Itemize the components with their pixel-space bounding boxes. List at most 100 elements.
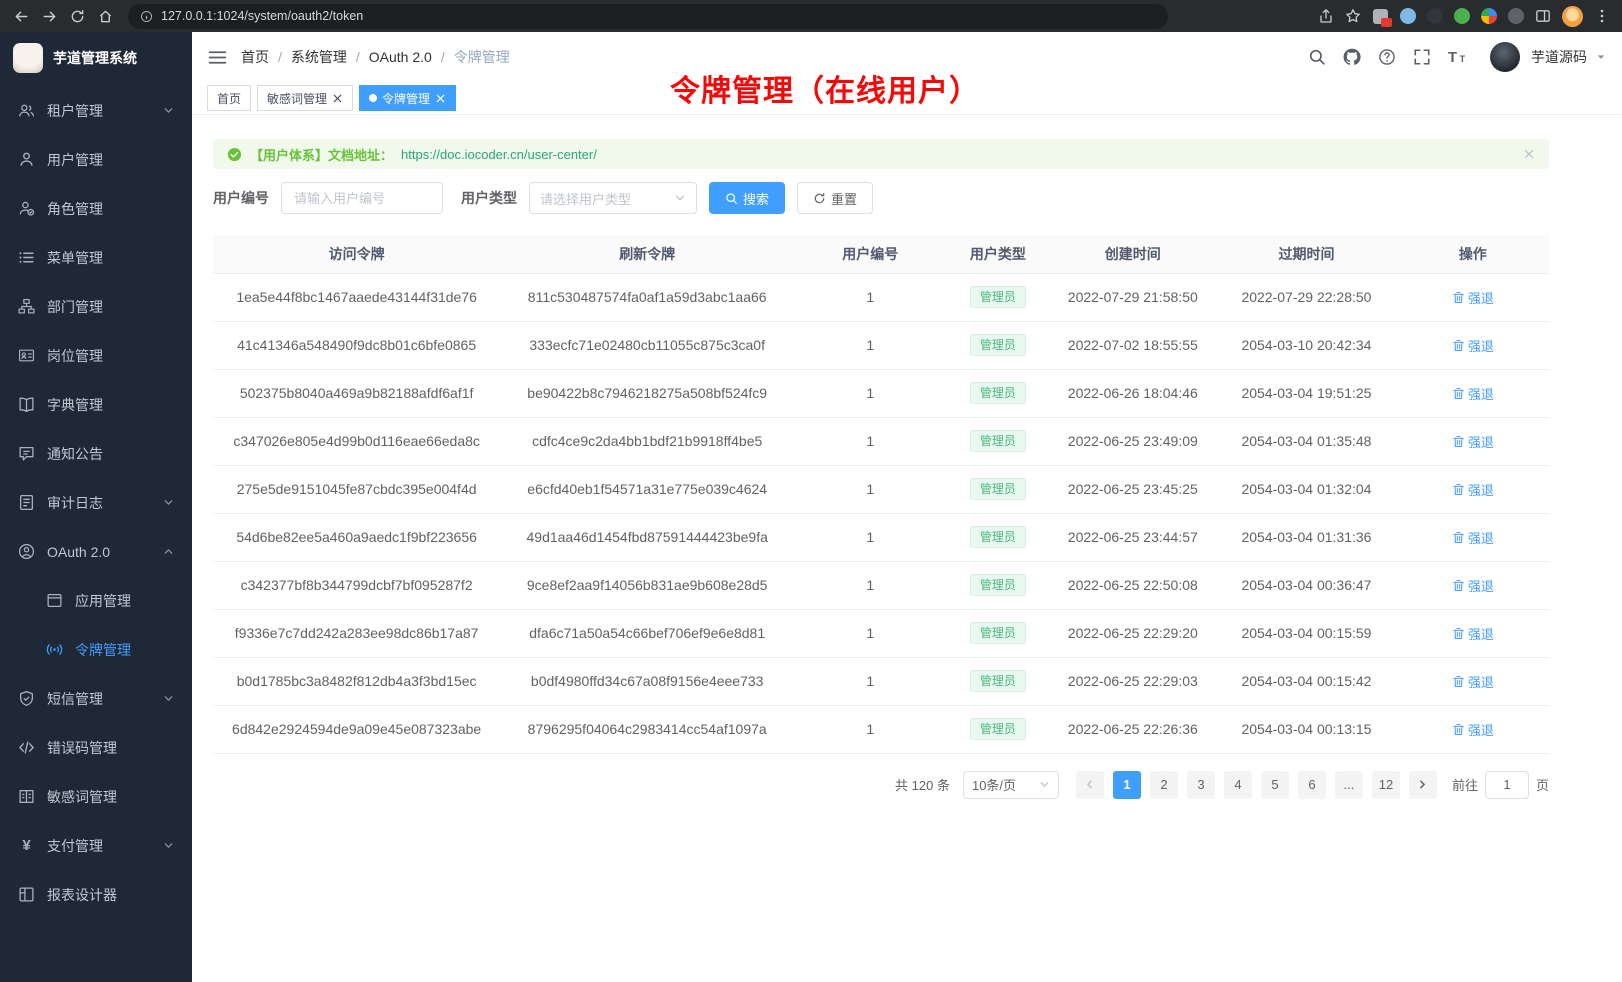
prev-page-button[interactable]: [1076, 771, 1104, 799]
browser-profile-avatar[interactable]: [1562, 6, 1583, 27]
user-type-badge: 管理员: [970, 382, 1026, 404]
bookmark-star-icon[interactable]: [1345, 8, 1361, 24]
doc-link[interactable]: https://doc.iocoder.cn/user-center/: [401, 147, 597, 162]
menu-icon: [18, 249, 35, 266]
fullscreen-icon[interactable]: [1413, 48, 1431, 66]
force-logout-button[interactable]: 强退: [1452, 336, 1494, 355]
sidebar-item-role[interactable]: 角色管理: [0, 184, 192, 233]
font-size-icon[interactable]: TT: [1448, 48, 1469, 66]
sidebar-item-user[interactable]: 用户管理: [0, 135, 192, 184]
browser-home-button[interactable]: [92, 3, 118, 29]
goto-page-input[interactable]: [1485, 771, 1529, 799]
sidebar-item-notice[interactable]: 通知公告: [0, 429, 192, 478]
page-button-1[interactable]: 1: [1113, 771, 1141, 799]
sidebar-item-oauth2-app[interactable]: 应用管理: [0, 576, 192, 625]
force-logout-label: 强退: [1468, 624, 1494, 643]
app-logo[interactable]: 芋道管理系统: [0, 32, 192, 84]
sidebar-item-sms[interactable]: 短信管理: [0, 674, 192, 723]
user-id-label: 用户编号: [213, 188, 269, 208]
sidebar-item-post[interactable]: 岗位管理: [0, 331, 192, 380]
sidebar-item-tenant[interactable]: 租户管理: [0, 86, 192, 135]
tab-close-icon[interactable]: [332, 93, 343, 104]
page-button-4[interactable]: 4: [1224, 771, 1252, 799]
user-id-input[interactable]: [281, 182, 443, 214]
force-logout-button[interactable]: 强退: [1452, 720, 1494, 739]
force-logout-button[interactable]: 强退: [1452, 288, 1494, 307]
tab-home[interactable]: 首页: [207, 85, 251, 111]
create-time-cell: 2022-06-25 23:49:09: [1049, 417, 1216, 465]
split-view-icon[interactable]: [1535, 8, 1551, 24]
page-button-2[interactable]: 2: [1150, 771, 1178, 799]
share-icon[interactable]: [1318, 8, 1334, 24]
table-row: f9336e7c7dd242a283ee98dc86b17a87dfa6c71a…: [213, 609, 1549, 657]
access-token-cell: b0d1785bc3a8482f812db4a3f3bd15ec: [213, 657, 500, 705]
sidebar-item-label: 敏感词管理: [47, 787, 117, 807]
help-icon[interactable]: [1378, 48, 1396, 66]
breadcrumb-item[interactable]: OAuth 2.0: [369, 49, 432, 65]
force-logout-button[interactable]: 强退: [1452, 672, 1494, 691]
extension-icon-5[interactable]: [1481, 8, 1497, 24]
force-logout-button[interactable]: 强退: [1452, 432, 1494, 451]
expire-time-cell: 2054-03-04 01:31:36: [1216, 513, 1396, 561]
sidebar-item-oauth2[interactable]: OAuth 2.0: [0, 527, 192, 576]
sidebar-item-dept[interactable]: 部门管理: [0, 282, 192, 331]
user-type-badge: 管理员: [970, 718, 1026, 740]
search-submit-button[interactable]: 搜索: [709, 182, 785, 214]
browser-menu-icon[interactable]: [1594, 8, 1610, 24]
caret-down-icon[interactable]: [1596, 52, 1606, 62]
user-name[interactable]: 芋道源码: [1531, 47, 1587, 67]
sidebar-item-sensitive-word[interactable]: 敏感词管理: [0, 772, 192, 821]
browser-back-button[interactable]: [8, 3, 34, 29]
browser-forward-button[interactable]: [36, 3, 62, 29]
user-avatar[interactable]: [1490, 42, 1520, 72]
force-logout-button[interactable]: 强退: [1452, 528, 1494, 547]
sidebar-item-pay[interactable]: ¥支付管理: [0, 821, 192, 870]
breadcrumb-item[interactable]: 系统管理: [291, 47, 347, 67]
sidebar-item-audit-log[interactable]: 审计日志: [0, 478, 192, 527]
search-icon[interactable]: [1308, 48, 1326, 66]
sidebar-item-report-designer[interactable]: 报表设计器: [0, 870, 192, 919]
github-icon[interactable]: [1343, 48, 1361, 66]
expire-time-cell: 2054-03-04 01:32:04: [1216, 465, 1396, 513]
force-logout-label: 强退: [1468, 432, 1494, 451]
page-button-3[interactable]: 3: [1187, 771, 1215, 799]
reset-button[interactable]: 重置: [797, 182, 873, 214]
page-ellipsis[interactable]: ...: [1335, 771, 1363, 799]
create-time-cell: 2022-06-25 23:45:25: [1049, 465, 1216, 513]
user-type-label: 用户类型: [461, 188, 517, 208]
tab-sensitive-word[interactable]: 敏感词管理: [257, 85, 353, 111]
force-logout-button[interactable]: 强退: [1452, 576, 1494, 595]
sidebar-item-oauth2-token[interactable]: 令牌管理: [0, 625, 192, 674]
force-logout-button[interactable]: 强退: [1452, 480, 1494, 499]
browser-reload-button[interactable]: [64, 3, 90, 29]
extension-icon-2[interactable]: [1400, 8, 1416, 24]
breadcrumb-item[interactable]: 首页: [241, 47, 269, 67]
force-logout-button[interactable]: 强退: [1452, 384, 1494, 403]
next-page-button[interactable]: [1409, 771, 1437, 799]
page-button-5[interactable]: 5: [1261, 771, 1289, 799]
extension-icon-1[interactable]: [1372, 8, 1389, 25]
tab-close-icon[interactable]: [435, 93, 446, 104]
sidebar-item-error-code[interactable]: 错误码管理: [0, 723, 192, 772]
sidebar-toggle-button[interactable]: [208, 49, 227, 66]
table-header-row: 访问令牌刷新令牌用户编号用户类型创建时间过期时间操作: [213, 235, 1549, 273]
sidebar-item-menu[interactable]: 菜单管理: [0, 233, 192, 282]
oauth-icon: [18, 543, 35, 560]
user-type-select[interactable]: 请选择用户类型: [529, 182, 697, 214]
page-button-12[interactable]: 12: [1372, 771, 1400, 799]
address-bar[interactable]: 127.0.0.1:1024/system/oauth2/token: [128, 4, 1168, 29]
page-size-select[interactable]: 10条/页: [963, 771, 1059, 799]
sidebar-item-dict[interactable]: 字典管理: [0, 380, 192, 429]
browser-toolbar-right: [1318, 6, 1614, 27]
action-cell: 强退: [1397, 369, 1549, 417]
tab-oauth2-token[interactable]: 令牌管理: [359, 85, 456, 111]
force-logout-button[interactable]: 强退: [1452, 624, 1494, 643]
expire-time-cell: 2054-03-04 00:15:59: [1216, 609, 1396, 657]
extension-icon-3[interactable]: [1427, 8, 1443, 24]
user-type-cell: 管理员: [946, 657, 1049, 705]
page-button-6[interactable]: 6: [1298, 771, 1326, 799]
alert-close-icon[interactable]: [1523, 148, 1535, 160]
report-icon: [18, 886, 35, 903]
extension-icon-6[interactable]: [1508, 8, 1524, 24]
extension-icon-4[interactable]: [1454, 8, 1470, 24]
